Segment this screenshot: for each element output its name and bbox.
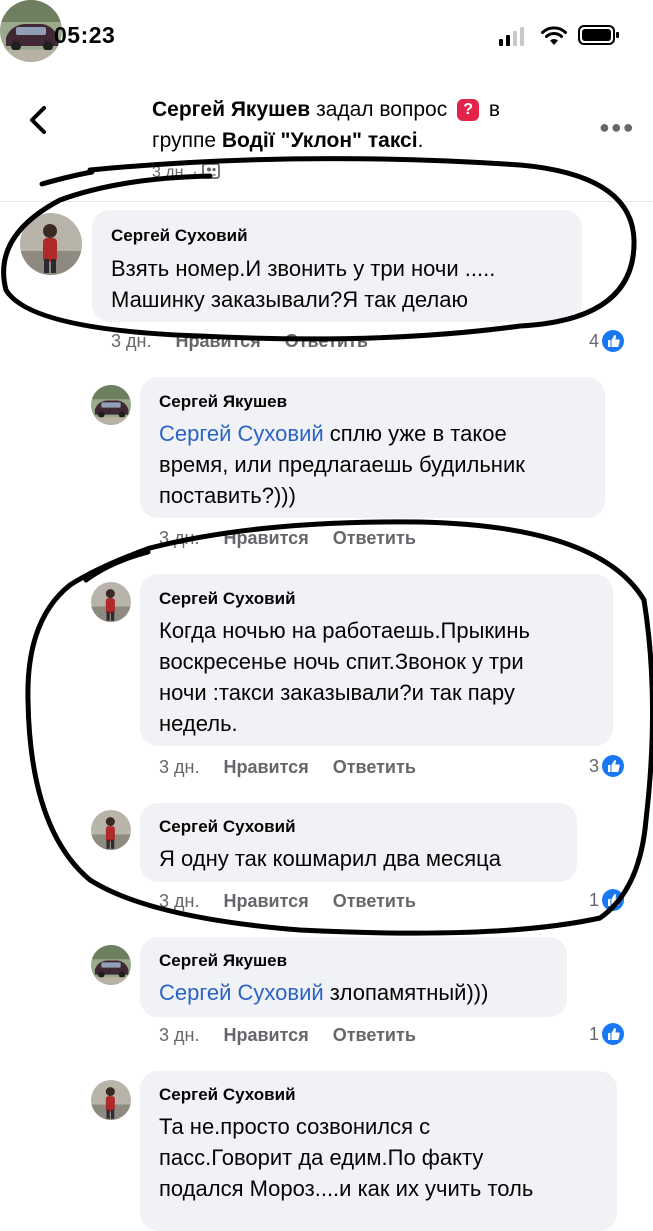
comment-time: 3 дн. <box>111 331 152 351</box>
comment-text: Сергей Суховий злопамятный))) <box>159 977 488 1008</box>
commenter-avatar[interactable] <box>91 810 131 850</box>
comment-actions: 3 дн. Нравится Ответить <box>159 1025 440 1046</box>
like-button[interactable]: Нравится <box>223 528 308 548</box>
post-header: Сергей Якушев задал вопрос ? в <box>152 96 500 124</box>
question-icon: ? <box>457 99 480 121</box>
reaction-count-value: 4 <box>589 331 600 351</box>
post-author[interactable]: Сергей Якушев <box>152 98 310 121</box>
like-button[interactable]: Нравится <box>223 891 308 911</box>
comment-text-part: злопамятный))) <box>323 980 489 1005</box>
comment-time: 3 дн. <box>159 528 200 548</box>
comment-time: 3 дн. <box>159 1025 200 1045</box>
post-meta: 3 дн. · <box>152 163 221 182</box>
comment-text: подался Мороз....и как их учить толь <box>159 1176 534 1201</box>
comment-text: Та не.просто созвонился с <box>159 1114 431 1139</box>
thumbs-up-icon <box>602 889 625 911</box>
comment-author[interactable]: Сергей Якушев <box>159 951 287 971</box>
comment-time: 3 дн. <box>159 891 200 911</box>
comment-author[interactable]: Сергей Суховий <box>159 589 296 609</box>
status-time: 05:23 <box>54 22 116 48</box>
reaction-count[interactable]: 3 <box>589 755 625 777</box>
group-prefix: группе <box>152 129 217 152</box>
hook-annotation-1 <box>39 169 95 187</box>
comment-author[interactable]: Сергей Суховий <box>159 817 296 837</box>
comment-author[interactable]: Сергей Суховий <box>111 226 248 246</box>
post-time: 3 дн. <box>152 164 188 181</box>
comment-text: ночи :такси заказывали?и так пару <box>159 680 515 705</box>
reaction-count-value: 1 <box>589 1024 600 1044</box>
mention-link[interactable]: Сергей Суховий <box>159 980 324 1005</box>
commenter-avatar[interactable] <box>91 945 131 985</box>
back-arrow-icon[interactable] <box>24 100 52 140</box>
reaction-count[interactable]: 1 <box>589 889 625 911</box>
commenter-avatar[interactable] <box>20 213 82 275</box>
comment-text: пасс.Говорит да едим.По факту <box>159 1145 484 1170</box>
comment-text: поставить?))) <box>159 483 296 508</box>
reply-button[interactable]: Ответить <box>333 1025 416 1045</box>
comment-text: воскресенье ночь спит.Звонок у три <box>159 649 524 674</box>
hook-annotation-2 <box>83 549 151 583</box>
thumbs-up-icon <box>602 1023 625 1045</box>
like-button[interactable]: Нравится <box>223 1025 308 1045</box>
thumbs-up-icon <box>602 755 625 777</box>
reaction-count-value: 1 <box>589 890 600 910</box>
divider <box>0 201 653 202</box>
cellular-signal-icon <box>499 26 533 46</box>
comment-text: Я одну так кошмарил два месяца <box>159 846 501 871</box>
reaction-count-value: 3 <box>589 756 600 776</box>
reply-button[interactable]: Ответить <box>333 757 416 777</box>
comment-actions: 3 дн. Нравится Ответить <box>159 891 440 912</box>
comment-text-part: сплю уже в такое <box>323 421 507 446</box>
author-avatar[interactable] <box>0 0 62 62</box>
reaction-count[interactable]: 1 <box>589 1023 625 1045</box>
comment-actions: 3 дн. Нравится Ответить <box>111 331 392 352</box>
reply-button[interactable]: Ответить <box>285 331 368 351</box>
comment-text: недель. <box>159 711 238 736</box>
post-group-line: группе Водії "Уклон" таксі. <box>152 129 424 152</box>
comment-text: Когда ночью на работаешь.Прыкинь <box>159 618 530 643</box>
post-action: задал вопрос <box>316 98 448 121</box>
comment-actions: 3 дн. Нравится Ответить <box>159 757 440 778</box>
comment-author[interactable]: Сергей Якушев <box>159 392 287 412</box>
comment-text: Машинку заказывали?Я так делаю <box>111 287 468 312</box>
reply-button[interactable]: Ответить <box>333 891 416 911</box>
comment-author[interactable]: Сергей Суховий <box>159 1085 296 1105</box>
more-options-icon[interactable]: ●●● <box>599 117 635 138</box>
post-preposition: в <box>488 98 501 121</box>
comment-text: Сергей Суховий сплю уже в такое <box>159 418 507 449</box>
mention-link[interactable]: Сергей Суховий <box>159 421 324 446</box>
comment-text: время, или предлагаешь будильник <box>159 452 525 477</box>
like-button[interactable]: Нравится <box>223 757 308 777</box>
like-button[interactable]: Нравится <box>175 331 260 351</box>
group-name[interactable]: Водії "Уклон" таксі <box>222 129 418 152</box>
commenter-avatar[interactable] <box>91 1080 131 1120</box>
reply-button[interactable]: Ответить <box>333 528 416 548</box>
comment-text: Взять номер.И звонить у три ночи ..... <box>111 256 496 281</box>
thumbs-up-icon <box>602 330 625 352</box>
battery-icon <box>578 25 619 45</box>
comment-actions: 3 дн. Нравится Ответить <box>159 528 440 549</box>
reaction-count[interactable]: 4 <box>589 330 625 352</box>
wifi-icon <box>541 26 567 45</box>
commenter-avatar[interactable] <box>91 582 131 622</box>
group-audience-icon <box>202 163 221 179</box>
commenter-avatar[interactable] <box>91 385 131 425</box>
comment-time: 3 дн. <box>159 757 200 777</box>
